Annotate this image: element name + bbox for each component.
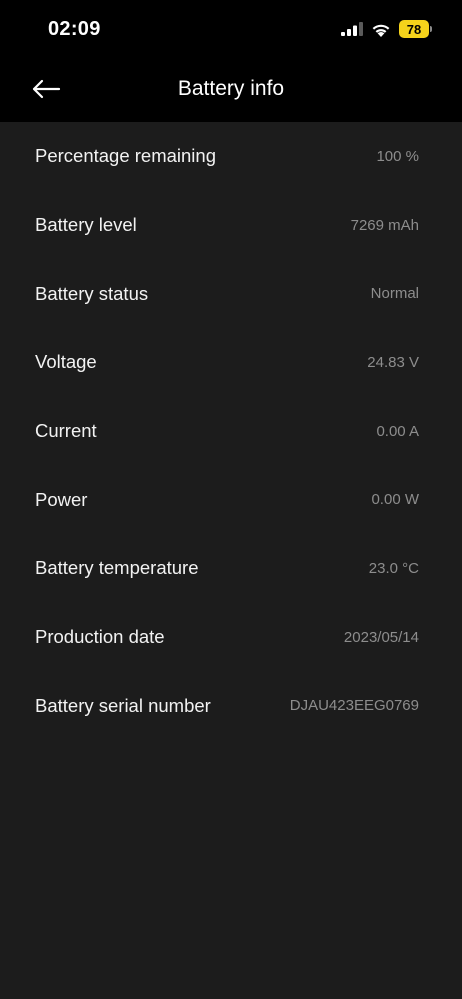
info-label: Battery level — [35, 214, 137, 236]
info-label: Production date — [35, 626, 165, 648]
info-row-battery-serial-number: Battery serial number DJAU423EEG0769 — [0, 672, 462, 741]
info-label: Percentage remaining — [35, 145, 216, 167]
info-row-voltage: Voltage 24.83 V — [0, 328, 462, 397]
status-icons: 78 — [341, 20, 432, 38]
info-label: Current — [35, 420, 97, 442]
info-value: 100 % — [376, 147, 419, 165]
status-time: 02:09 — [48, 18, 101, 40]
page-title: Battery info — [177, 77, 285, 100]
info-row-battery-level: Battery level 7269 mAh — [0, 191, 462, 260]
info-value: DJAU423EEG0769 — [289, 697, 419, 715]
battery-tip — [430, 26, 432, 32]
info-value: 7269 mAh — [350, 216, 419, 234]
info-label: Battery serial number — [35, 694, 211, 716]
info-row-production-date: Production date 2023/05/14 — [0, 603, 462, 672]
info-row-power: Power 0.00 W — [0, 465, 462, 534]
info-value: Normal — [370, 285, 419, 303]
info-row-percentage-remaining: Percentage remaining 100 % — [0, 122, 462, 191]
info-value: 0.00 W — [371, 491, 419, 509]
cellular-signal-icon — [341, 22, 363, 36]
info-label: Voltage — [35, 351, 97, 373]
battery-percent: 78 — [399, 20, 429, 38]
info-label: Battery temperature — [35, 557, 199, 579]
info-label: Battery status — [35, 282, 149, 304]
info-value: 23.0 °C — [368, 559, 419, 577]
battery-icon: 78 — [399, 20, 432, 38]
info-row-battery-temperature: Battery temperature 23.0 °C — [0, 534, 462, 603]
wifi-icon — [372, 24, 390, 37]
battery-info-list: Percentage remaining 100 % Battery level… — [0, 122, 462, 740]
info-label: Power — [35, 488, 88, 510]
app-header: Battery info — [0, 60, 462, 122]
info-value: 2023/05/14 — [343, 628, 419, 646]
info-row-battery-status: Battery status Normal — [0, 259, 462, 328]
info-value: 0.00 A — [376, 422, 419, 440]
info-row-current: Current 0.00 A — [0, 397, 462, 466]
status-bar: 02:09 78 — [0, 0, 462, 60]
info-value: 24.83 V — [367, 353, 419, 371]
